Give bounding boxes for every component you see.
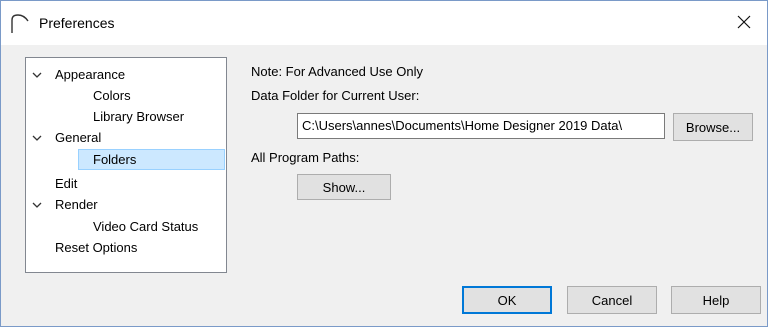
show-paths-button[interactable]: Show... <box>297 174 391 200</box>
tree-item-library-browser[interactable]: Library Browser <box>26 106 224 127</box>
chevron-down-icon[interactable] <box>32 64 42 85</box>
tree-item-folders[interactable]: Folders <box>78 149 225 170</box>
advanced-note: Note: For Advanced Use Only <box>251 64 423 79</box>
title-bar: Preferences <box>1 1 767 45</box>
tree-item-label: General <box>55 130 102 145</box>
tree-item-reset-options[interactable]: Reset Options <box>26 237 224 258</box>
close-button[interactable] <box>721 1 767 45</box>
ok-button[interactable]: OK <box>462 286 552 314</box>
tree-item-general[interactable]: General <box>26 127 224 148</box>
tree-item-label: Render <box>55 197 98 212</box>
tree-item-label: Reset Options <box>55 240 138 255</box>
chevron-down-icon[interactable] <box>32 194 42 215</box>
tree-item-video-card-status[interactable]: Video Card Status <box>26 216 224 237</box>
data-folder-field[interactable]: C:\Users\annes\Documents\Home Designer 2… <box>297 113 665 139</box>
tree-item-label: Edit <box>55 176 78 191</box>
category-tree[interactable]: Appearance Colors Library Browser Genera… <box>25 57 227 273</box>
tree-item-edit[interactable]: Edit <box>26 173 224 194</box>
app-arch-icon <box>9 13 31 35</box>
tree-item-render[interactable]: Render <box>26 194 224 215</box>
help-button[interactable]: Help <box>671 286 761 314</box>
all-program-paths-label: All Program Paths: <box>251 150 360 165</box>
tree-item-label: Appearance <box>55 67 126 82</box>
tree-item-label: Colors <box>93 88 131 103</box>
data-folder-label: Data Folder for Current User: <box>251 88 420 103</box>
tree-item-label: Library Browser <box>93 109 185 124</box>
window-title: Preferences <box>39 15 115 31</box>
close-icon <box>737 15 751 32</box>
tree-item-colors[interactable]: Colors <box>26 85 224 106</box>
tree-item-label: Video Card Status <box>93 219 199 234</box>
preferences-dialog: Preferences Appearance Colors Library Br… <box>0 0 768 327</box>
tree-item-appearance[interactable]: Appearance <box>26 64 224 85</box>
cancel-button[interactable]: Cancel <box>567 286 657 314</box>
tree-item-label: Folders <box>93 152 137 167</box>
browse-button[interactable]: Browse... <box>673 113 753 141</box>
chevron-down-icon[interactable] <box>32 127 42 148</box>
